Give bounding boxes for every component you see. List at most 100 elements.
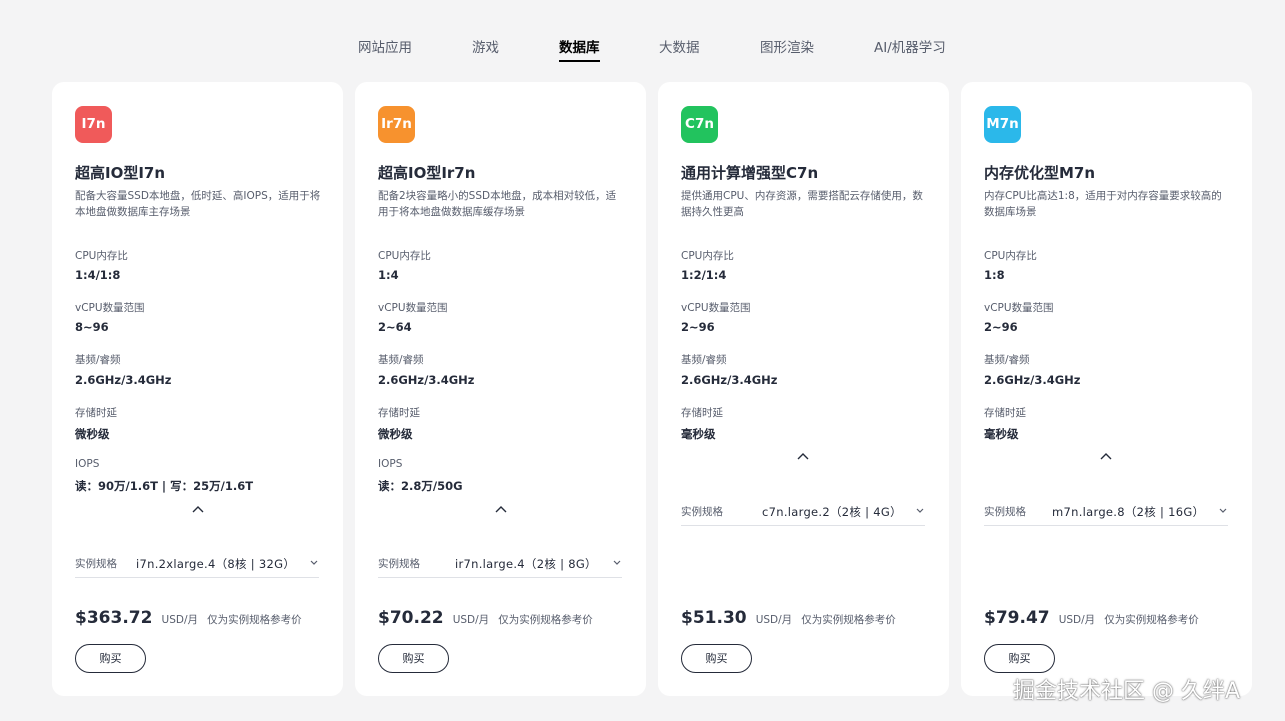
buy-button[interactable]: 购买: [984, 644, 1055, 673]
spec-label-vcpu-range: vCPU数量范围: [681, 302, 751, 314]
price-amount: $51.30: [681, 608, 747, 628]
spec-label-frequency: 基频/睿频: [75, 354, 121, 366]
spec-label-cpu-mem-ratio: CPU内存比: [681, 250, 734, 262]
instance-card-i7n: I7n 超高IO型I7n 配备大容量SSD本地盘，低时延、高IOPS，适用于将本…: [52, 82, 343, 696]
instance-spec-label: 实例规格: [75, 558, 117, 570]
price-note: 仅为实例规格参考价: [801, 614, 896, 626]
buy-button[interactable]: 购买: [75, 644, 146, 673]
price-unit: USD/月: [161, 614, 199, 626]
spec-value-cpu-mem-ratio: 1:4: [378, 268, 399, 282]
spec-label-vcpu-range: vCPU数量范围: [984, 302, 1054, 314]
spec-value-storage-latency: 毫秒级: [681, 427, 716, 441]
tab-graphics-rendering[interactable]: 图形渲染: [760, 36, 814, 56]
collapse-chevron-up-icon[interactable]: [491, 502, 511, 518]
card-description: 配备2块容量略小的SSD本地盘，成本相对较低，适用于将本地盘做数据库缓存场景: [378, 190, 617, 218]
price-note: 仅为实例规格参考价: [207, 614, 302, 626]
spec-value-storage-latency: 毫秒级: [984, 427, 1019, 441]
price-row: $51.30 USD/月 仅为实例规格参考价: [681, 608, 896, 628]
collapse-chevron-up-icon[interactable]: [1096, 449, 1116, 465]
watermark-text: 掘金技术社区 @ 久绊A: [1013, 679, 1241, 704]
spec-value-iops: 读：2.8万/50G: [378, 479, 463, 493]
spec-value-vcpu-range: 8~96: [75, 320, 109, 334]
spec-value-storage-latency: 微秒级: [75, 427, 110, 441]
instance-spec-value: i7n.2xlarge.4（8核 | 32G）: [136, 557, 296, 571]
card-title: 通用计算增强型C7n: [681, 164, 819, 182]
spec-label-cpu-mem-ratio: CPU内存比: [378, 250, 431, 262]
price-amount: $79.47: [984, 608, 1050, 628]
price-unit: USD/月: [452, 614, 490, 626]
instance-spec-value: m7n.large.8（2核 | 16G）: [1052, 505, 1205, 519]
instance-badge: M7n: [984, 106, 1021, 143]
spec-label-frequency: 基频/睿频: [984, 354, 1030, 366]
tab-database[interactable]: 数据库: [559, 36, 600, 56]
buy-button[interactable]: 购买: [681, 644, 752, 673]
spec-label-frequency: 基频/睿频: [378, 354, 424, 366]
spec-label-storage-latency: 存储时延: [75, 407, 117, 419]
spec-label-cpu-mem-ratio: CPU内存比: [984, 250, 1037, 262]
card-title: 超高IO型I7n: [75, 164, 166, 182]
collapse-chevron-up-icon[interactable]: [188, 502, 208, 518]
price-unit: USD/月: [1058, 614, 1096, 626]
instance-badge: Ir7n: [378, 106, 415, 143]
spec-value-vcpu-range: 2~64: [378, 320, 412, 334]
instance-card-c7n: C7n 通用计算增强型C7n 提供通用CPU、内存资源，需要搭配云存储使用，数据…: [658, 82, 949, 696]
instance-spec-label: 实例规格: [984, 506, 1026, 518]
price-unit: USD/月: [755, 614, 793, 626]
spec-label-storage-latency: 存储时延: [681, 407, 723, 419]
buy-button[interactable]: 购买: [378, 644, 449, 673]
spec-value-vcpu-range: 2~96: [984, 320, 1018, 334]
chevron-down-icon: [916, 508, 924, 513]
card-description: 配备大容量SSD本地盘，低时延、高IOPS，适用于将本地盘做数据库主存场景: [75, 190, 321, 218]
category-tabs: 网站应用 游戏 数据库 大数据 图形渲染 AI/机器学习: [0, 0, 1285, 64]
active-tab-underline: [559, 60, 600, 62]
spec-label-iops: IOPS: [378, 458, 403, 470]
instance-spec-label: 实例规格: [681, 506, 723, 518]
spec-value-vcpu-range: 2~96: [681, 320, 715, 334]
instance-spec-select[interactable]: 实例规格 c7n.large.2（2核 | 4G）: [681, 500, 925, 526]
spec-value-frequency: 2.6GHz/3.4GHz: [681, 373, 778, 387]
tab-website[interactable]: 网站应用: [358, 36, 412, 56]
instance-spec-select[interactable]: 实例规格 m7n.large.8（2核 | 16G）: [984, 500, 1228, 526]
price-amount: $363.72: [75, 608, 153, 628]
instance-spec-label: 实例规格: [378, 558, 420, 570]
spec-label-cpu-mem-ratio: CPU内存比: [75, 250, 128, 262]
instance-card-m7n: M7n 内存优化型M7n 内存CPU比高达1:8，适用于对内存容量要求较高的数据…: [961, 82, 1252, 696]
instance-spec-value: c7n.large.2（2核 | 4G）: [762, 505, 902, 519]
instance-spec-select[interactable]: 实例规格 ir7n.large.4（2核 | 8G）: [378, 552, 622, 578]
spec-value-frequency: 2.6GHz/3.4GHz: [75, 373, 172, 387]
card-description: 内存CPU比高达1:8，适用于对内存容量要求较高的数据库场景: [984, 190, 1222, 218]
spec-value-iops: 读：90万/1.6T | 写：25万/1.6T: [75, 479, 254, 493]
spec-label-storage-latency: 存储时延: [378, 407, 420, 419]
price-row: $70.22 USD/月 仅为实例规格参考价: [378, 608, 593, 628]
chevron-down-icon: [310, 560, 318, 565]
spec-label-vcpu-range: vCPU数量范围: [75, 302, 145, 314]
card-title: 超高IO型Ir7n: [378, 164, 476, 182]
spec-value-cpu-mem-ratio: 1:2/1:4: [681, 268, 727, 282]
instance-spec-value: ir7n.large.4（2核 | 8G）: [455, 557, 597, 571]
card-title: 内存优化型M7n: [984, 164, 1096, 182]
spec-label-storage-latency: 存储时延: [984, 407, 1026, 419]
price-row: $79.47 USD/月 仅为实例规格参考价: [984, 608, 1199, 628]
tab-games[interactable]: 游戏: [472, 36, 499, 56]
spec-value-cpu-mem-ratio: 1:4/1:8: [75, 268, 121, 282]
price-row: $363.72 USD/月 仅为实例规格参考价: [75, 608, 302, 628]
chevron-down-icon: [613, 560, 621, 565]
spec-value-cpu-mem-ratio: 1:8: [984, 268, 1005, 282]
instance-card-ir7n: Ir7n 超高IO型Ir7n 配备2块容量略小的SSD本地盘，成本相对较低，适用…: [355, 82, 646, 696]
tab-big-data[interactable]: 大数据: [659, 36, 700, 56]
tab-ai-ml[interactable]: AI/机器学习: [874, 36, 946, 56]
spec-label-frequency: 基频/睿频: [681, 354, 727, 366]
card-description: 提供通用CPU、内存资源，需要搭配云存储使用，数据持久性更高: [681, 190, 923, 218]
instance-spec-select[interactable]: 实例规格 i7n.2xlarge.4（8核 | 32G）: [75, 552, 319, 578]
price-note: 仅为实例规格参考价: [1104, 614, 1199, 626]
price-amount: $70.22: [378, 608, 444, 628]
spec-value-frequency: 2.6GHz/3.4GHz: [378, 373, 475, 387]
instance-badge: I7n: [75, 106, 112, 143]
instance-badge: C7n: [681, 106, 718, 143]
price-note: 仅为实例规格参考价: [498, 614, 593, 626]
spec-value-frequency: 2.6GHz/3.4GHz: [984, 373, 1081, 387]
spec-label-iops: IOPS: [75, 458, 100, 470]
chevron-down-icon: [1219, 508, 1227, 513]
spec-value-storage-latency: 微秒级: [378, 427, 413, 441]
collapse-chevron-up-icon[interactable]: [793, 449, 813, 465]
